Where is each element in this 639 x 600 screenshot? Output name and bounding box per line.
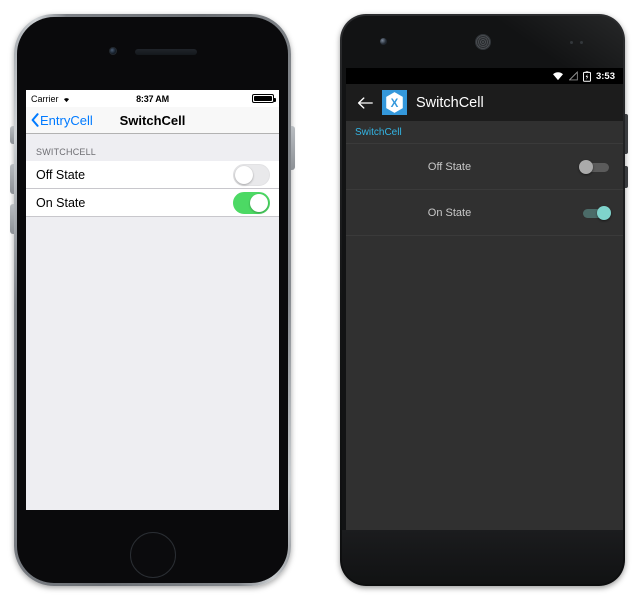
arrow-left-icon[interactable] bbox=[357, 95, 373, 111]
xamarin-logo-icon: X bbox=[382, 90, 407, 115]
earpiece-speaker-icon bbox=[474, 34, 491, 50]
android-device-frame: 3:53 X SwitchCell SwitchCell Off State O… bbox=[340, 14, 628, 586]
ios-section-header: SWITCHCELL bbox=[36, 147, 97, 157]
ios-clock: 8:37 AM bbox=[136, 93, 169, 104]
android-screen: 3:53 X SwitchCell SwitchCell Off State O… bbox=[346, 68, 623, 534]
ios-cell-label: On State bbox=[36, 195, 86, 210]
android-toggle-on-state[interactable] bbox=[579, 205, 611, 221]
android-power-button[interactable] bbox=[625, 166, 628, 188]
iphone-volume-down-button[interactable] bbox=[10, 204, 14, 234]
iphone-bezel: Carrier 8:37 AM EntryCell SwitchCell SWI… bbox=[17, 17, 288, 583]
ios-cell-label: Off State bbox=[36, 167, 86, 182]
svg-text:X: X bbox=[391, 98, 399, 110]
light-sensor-icon bbox=[580, 41, 583, 44]
ios-toggle-off-state[interactable] bbox=[233, 163, 270, 186]
ios-switch-cell-on[interactable]: On State bbox=[26, 189, 279, 217]
iphone-power-button[interactable] bbox=[291, 126, 295, 170]
android-action-bar: X SwitchCell bbox=[346, 84, 623, 121]
front-camera-icon bbox=[109, 47, 117, 55]
ios-table-view: SWITCHCELL Off State On State bbox=[26, 134, 279, 510]
ios-switch-cell-off[interactable]: Off State bbox=[26, 161, 279, 189]
android-device-chin bbox=[342, 530, 623, 584]
android-bezel: 3:53 X SwitchCell SwitchCell Off State O… bbox=[342, 16, 623, 584]
proximity-sensor-icon bbox=[570, 41, 573, 44]
ios-navigation-bar: EntryCell SwitchCell bbox=[26, 107, 279, 134]
battery-full-icon bbox=[252, 94, 276, 103]
device-comparison-stage: Carrier 8:37 AM EntryCell SwitchCell SWI… bbox=[0, 0, 639, 600]
android-switch-cell-on[interactable]: On State bbox=[346, 190, 623, 236]
signal-none-icon bbox=[568, 71, 578, 81]
front-camera-icon bbox=[380, 38, 387, 45]
ios-status-bar: Carrier 8:37 AM bbox=[26, 90, 279, 107]
android-status-bar: 3:53 bbox=[346, 68, 623, 84]
android-clock: 3:53 bbox=[595, 70, 615, 82]
earpiece-speaker-icon bbox=[135, 49, 197, 55]
android-cell-label: On State bbox=[427, 206, 472, 219]
iphone-volume-up-button[interactable] bbox=[10, 164, 14, 194]
android-switch-cell-off[interactable]: Off State bbox=[346, 144, 623, 190]
iphone-device-frame: Carrier 8:37 AM EntryCell SwitchCell SWI… bbox=[10, 14, 295, 586]
battery-charging-icon bbox=[583, 70, 591, 82]
page-title: SwitchCell bbox=[416, 94, 484, 111]
wifi-icon bbox=[552, 71, 564, 81]
iphone-silent-switch[interactable] bbox=[10, 126, 14, 144]
android-toggle-thumb bbox=[597, 205, 611, 220]
android-toggle-thumb bbox=[579, 159, 593, 174]
android-cell-label: Off State bbox=[427, 160, 472, 173]
ios-toggle-knob bbox=[235, 165, 253, 184]
iphone-screen: Carrier 8:37 AM EntryCell SwitchCell SWI… bbox=[26, 90, 279, 510]
android-toggle-off-state[interactable] bbox=[579, 159, 611, 175]
ios-toggle-knob bbox=[250, 193, 268, 212]
bezel-glare bbox=[493, 16, 623, 68]
home-button[interactable] bbox=[129, 532, 176, 578]
android-content: SwitchCell Off State On State bbox=[346, 121, 623, 534]
ios-toggle-on-state[interactable] bbox=[233, 191, 270, 214]
android-section-header: SwitchCell bbox=[355, 126, 402, 138]
page-title: SwitchCell bbox=[119, 112, 186, 128]
android-volume-button[interactable] bbox=[625, 114, 628, 154]
